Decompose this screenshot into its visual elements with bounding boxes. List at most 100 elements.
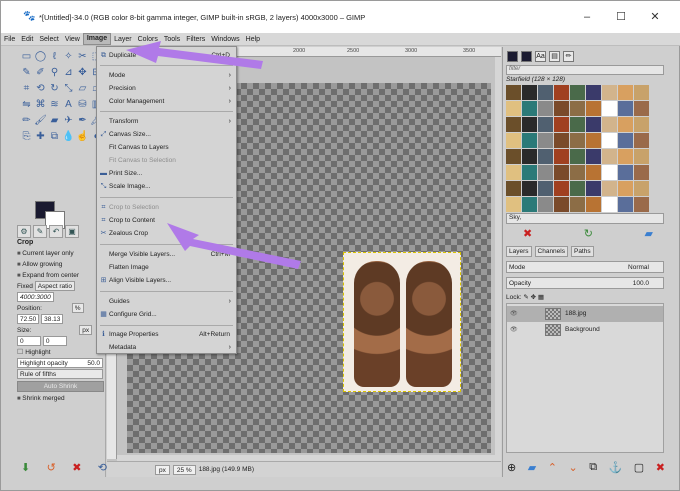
- pattern-swatch[interactable]: [538, 197, 553, 212]
- menu-item-crop-to-content[interactable]: ⌗ Crop to Content: [97, 215, 236, 227]
- position-x-input[interactable]: 72.50: [17, 314, 40, 325]
- size-width-input[interactable]: 0: [17, 336, 41, 347]
- auto-shrink-button[interactable]: Auto Shrink: [17, 381, 104, 392]
- pattern-swatch[interactable]: [586, 85, 601, 100]
- fixed-mode-select[interactable]: Aspect ratio: [34, 281, 76, 292]
- fg-bg-dock-icon[interactable]: [507, 50, 518, 62]
- menu-item-mode[interactable]: Mode ›: [97, 70, 236, 82]
- mask-layer-icon[interactable]: ▢: [634, 461, 644, 474]
- allow-growing-checkbox[interactable]: Allow growing: [15, 259, 106, 270]
- flip-tool-icon[interactable]: ⇋: [20, 98, 33, 111]
- maximize-button[interactable]: ☐: [613, 9, 629, 25]
- pattern-swatch[interactable]: [570, 117, 585, 132]
- minimize-button[interactable]: –: [579, 9, 595, 25]
- pattern-swatch[interactable]: [602, 85, 617, 100]
- menu-item-fit-canvas-selection[interactable]: Fit Canvas to Selection: [97, 155, 236, 167]
- smudge-tool-icon[interactable]: ☝: [76, 130, 89, 143]
- pattern-swatch[interactable]: [522, 149, 537, 164]
- blur-tool-icon[interactable]: 💧: [62, 130, 75, 143]
- shrink-merged-checkbox[interactable]: Shrink merged: [15, 393, 106, 404]
- ratio-input[interactable]: 4000:3000: [17, 292, 54, 303]
- pattern-swatch[interactable]: [522, 165, 537, 180]
- pattern-swatch[interactable]: [634, 197, 649, 212]
- clone-tool-icon[interactable]: ⎘: [20, 130, 33, 143]
- font-dock-icon[interactable]: Aa: [535, 50, 546, 62]
- open-pattern-folder-icon[interactable]: ▰: [645, 227, 653, 240]
- heal-tool-icon[interactable]: ✚: [34, 130, 47, 143]
- menu-filters[interactable]: Filters: [183, 36, 208, 43]
- paths-tool-icon[interactable]: ✎: [20, 66, 33, 79]
- refresh-patterns-icon[interactable]: ↻: [584, 227, 593, 240]
- layer-opacity-row[interactable]: Opacity 100.0: [506, 277, 664, 289]
- pattern-swatch[interactable]: [506, 117, 521, 132]
- free-select-tool-icon[interactable]: ℓ: [48, 50, 61, 63]
- duplicate-layer-icon[interactable]: ⧉: [589, 461, 597, 474]
- pattern-swatch[interactable]: [602, 165, 617, 180]
- ink-tool-icon[interactable]: ✒: [76, 114, 89, 127]
- menu-item-print-size[interactable]: ▬ Print Size...: [97, 168, 236, 180]
- brush-dock-icon[interactable]: [521, 50, 532, 62]
- pattern-swatch[interactable]: [586, 149, 601, 164]
- pattern-swatch[interactable]: [522, 117, 537, 132]
- pattern-swatch[interactable]: [554, 85, 569, 100]
- new-layer-group-icon[interactable]: ▰: [528, 461, 536, 474]
- layer-row[interactable]: 👁 Background: [507, 322, 663, 338]
- text-tool-icon[interactable]: A: [62, 98, 75, 111]
- menu-image[interactable]: Image: [82, 33, 112, 45]
- mode-select[interactable]: Normal: [628, 262, 649, 273]
- lock-alpha-icon[interactable]: ▦: [538, 294, 544, 301]
- delete-layer-icon[interactable]: ✖: [656, 461, 665, 474]
- pattern-filter-input[interactable]: filter: [506, 65, 664, 75]
- pattern-swatch[interactable]: [570, 101, 585, 116]
- menu-item-crop-to-selection[interactable]: ⌗ Crop to Selection: [97, 202, 236, 214]
- pattern-swatch[interactable]: [586, 165, 601, 180]
- menu-item-transform[interactable]: Transform ›: [97, 116, 236, 128]
- pattern-swatch[interactable]: [634, 149, 649, 164]
- scale-tool-icon[interactable]: ⤡: [62, 82, 75, 95]
- delete-options-icon[interactable]: ✖: [72, 461, 81, 474]
- pattern-swatch[interactable]: [634, 85, 649, 100]
- pattern-swatch[interactable]: [506, 85, 521, 100]
- ellipse-select-tool-icon[interactable]: ◯: [34, 50, 47, 63]
- delete-pattern-icon[interactable]: ✖: [523, 227, 532, 240]
- pattern-swatch[interactable]: [522, 101, 537, 116]
- save-options-icon[interactable]: ⬇: [21, 461, 30, 474]
- menu-item-zealous-crop[interactable]: ✂ Zealous Crop: [97, 228, 236, 240]
- pattern-swatch[interactable]: [522, 181, 537, 196]
- menu-windows[interactable]: Windows: [208, 36, 242, 43]
- pattern-swatch[interactable]: [586, 101, 601, 116]
- pattern-swatch[interactable]: [554, 133, 569, 148]
- menu-file[interactable]: File: [1, 36, 18, 43]
- pattern-swatch[interactable]: [522, 133, 537, 148]
- warp-tool-icon[interactable]: ≋: [48, 98, 61, 111]
- pattern-swatch[interactable]: [602, 117, 617, 132]
- pattern-current[interactable]: Sky,: [506, 213, 664, 224]
- rotate-tool-icon[interactable]: ↻: [48, 82, 61, 95]
- lower-layer-icon[interactable]: ⌄: [568, 461, 577, 474]
- pattern-swatch[interactable]: [570, 85, 585, 100]
- menu-item-duplicate[interactable]: ⧉ Duplicate Ctrl+D: [97, 50, 236, 62]
- pattern-swatch[interactable]: [538, 149, 553, 164]
- position-y-input[interactable]: 38.13: [41, 314, 64, 325]
- pattern-swatch[interactable]: [506, 181, 521, 196]
- pattern-swatch[interactable]: [538, 133, 553, 148]
- menu-item-scale-image[interactable]: ⤡ Scale Image...: [97, 181, 236, 193]
- pattern-swatch[interactable]: [586, 117, 601, 132]
- current-layer-only-checkbox[interactable]: Current layer only: [15, 248, 106, 259]
- pattern-swatch[interactable]: [618, 85, 633, 100]
- pattern-swatch[interactable]: [506, 197, 521, 212]
- pattern-swatch[interactable]: [634, 181, 649, 196]
- menu-tools[interactable]: Tools: [161, 36, 183, 43]
- raise-layer-icon[interactable]: ⌃: [548, 461, 557, 474]
- lock-position-icon[interactable]: ✥: [531, 294, 536, 301]
- zoom-select[interactable]: 25 %: [172, 464, 196, 475]
- menu-item-configure-grid[interactable]: ▦ Configure Grid...: [97, 309, 236, 321]
- pattern-swatch[interactable]: [570, 133, 585, 148]
- menu-item-merge-visible[interactable]: Merge Visible Layers... Ctrl+M: [97, 249, 236, 261]
- perspective-clone-tool-icon[interactable]: ⧉: [48, 130, 61, 143]
- pattern-swatch[interactable]: [602, 197, 617, 212]
- pattern-swatch[interactable]: [538, 117, 553, 132]
- document-dock-icon[interactable]: ▤: [549, 50, 560, 62]
- menu-view[interactable]: View: [62, 36, 83, 43]
- pattern-swatch[interactable]: [618, 133, 633, 148]
